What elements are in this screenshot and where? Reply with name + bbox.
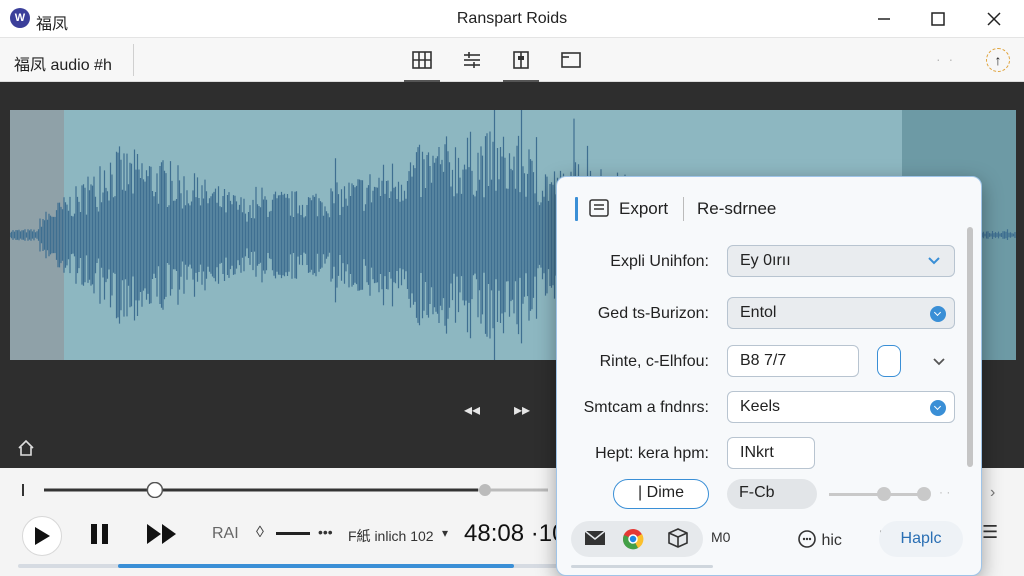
fast-forward-button[interactable]: [146, 522, 178, 551]
maximize-button[interactable]: [918, 4, 958, 34]
position-slider[interactable]: [18, 482, 558, 498]
volume-icon[interactable]: ◊: [256, 524, 264, 542]
rate-label: RAI: [212, 525, 239, 542]
tab-resdrnee[interactable]: Re-sdrnee: [697, 199, 776, 219]
list-icon[interactable]: ☰: [982, 522, 998, 543]
slider-dots: · ·: [939, 485, 951, 499]
row-label-hept: Hept: kera hpm:: [595, 445, 709, 462]
home-icon[interactable]: [16, 438, 36, 463]
toolbar-divider: [133, 44, 134, 76]
row-label-ged: Ged ts-Burizon:: [597, 305, 709, 322]
grid-view-icon[interactable]: [404, 46, 440, 82]
equalizer-icon[interactable]: [458, 46, 486, 74]
hept-input[interactable]: INkrt: [727, 437, 815, 469]
row-label-smtcam: Smtcam a fndnrs:: [583, 399, 709, 416]
export-dialog: Export Re-sdrnee Expli Unihfon: Ey 0ırıı…: [556, 176, 982, 576]
smtcam-select[interactable]: Keels: [727, 391, 955, 423]
chevron-down-icon[interactable]: [931, 353, 947, 374]
dialog-scrollbar[interactable]: [967, 227, 973, 467]
row-label-expli: Expli Unihfon:: [610, 253, 709, 270]
expli-select[interactable]: Ey 0ırıı: [727, 245, 955, 277]
chevron-right-icon[interactable]: ›: [990, 484, 995, 502]
apply-button[interactable]: Haplc: [879, 521, 963, 557]
close-button[interactable]: [974, 4, 1014, 34]
selection-end-knob[interactable]: [479, 484, 491, 496]
rinte-input-value: B8 7/7: [740, 352, 787, 369]
title-bar: W 福凤 Ranspart Roids: [0, 0, 1024, 38]
format-dropdown-icon[interactable]: ▾: [442, 526, 448, 540]
box-icon[interactable]: [667, 527, 689, 554]
ged-select[interactable]: Entol: [727, 297, 955, 329]
mixer-icon[interactable]: [503, 46, 539, 82]
dialog-slider-end-knob: [917, 487, 931, 501]
forward-icon[interactable]: ▸▸: [514, 400, 530, 420]
color-swatch[interactable]: [877, 345, 901, 377]
document-title: 福凤 audio #h: [14, 57, 112, 74]
tab-export[interactable]: Export: [619, 199, 668, 219]
expli-select-value: Ey 0ırıı: [740, 252, 791, 269]
smtcam-select-value: Keels: [740, 398, 781, 415]
volume-dots: •••: [318, 524, 333, 540]
done-button[interactable]: | Dime: [613, 479, 709, 509]
footer-bar: [571, 565, 713, 568]
mail-icon[interactable]: [583, 527, 607, 554]
position-knob[interactable]: [146, 482, 164, 498]
window-icon[interactable]: [557, 46, 585, 74]
dialog-slider[interactable]: [829, 487, 931, 501]
chat-icon[interactable]: hic: [797, 529, 842, 550]
check-circle-icon: [930, 306, 946, 322]
toolbar: 福凤 audio #h · · ↑: [0, 38, 1024, 82]
ged-select-value: Entol: [740, 304, 777, 321]
rewind-icon[interactable]: ◂◂: [464, 400, 480, 420]
hept-input-value: INkrt: [740, 444, 774, 461]
volume-slider[interactable]: [276, 532, 310, 535]
format-label[interactable]: F紙 inlich 102: [348, 526, 434, 546]
rinte-input[interactable]: B8 7/7: [727, 345, 859, 377]
active-tab-indicator: [575, 197, 578, 221]
dialog-footer: M0 hic ⋮ Haplc: [557, 515, 981, 575]
upload-icon[interactable]: ↑: [986, 48, 1010, 72]
export-icon: [589, 199, 609, 222]
check-circle-icon: [930, 400, 946, 416]
fcb-button[interactable]: F-Cb: [727, 479, 817, 509]
chrome-icon[interactable]: [621, 527, 645, 556]
row-label-rinte: Rinte, c-Elhfou:: [599, 353, 709, 370]
timecode: 48:08 ·10: [464, 520, 566, 547]
play-button[interactable]: [22, 516, 62, 556]
more-dots[interactable]: · ·: [936, 51, 955, 67]
pause-button[interactable]: [88, 522, 112, 551]
dialog-slider-knob[interactable]: [877, 487, 891, 501]
footer-hic-label: hic: [821, 532, 842, 549]
share-icon-group: [571, 521, 703, 557]
footer-m0-label: M0: [711, 529, 731, 545]
minimize-button[interactable]: [864, 4, 904, 34]
chevron-down-icon: [926, 252, 942, 273]
tab-divider: [683, 197, 684, 221]
bottom-progress-fill: [118, 564, 515, 568]
